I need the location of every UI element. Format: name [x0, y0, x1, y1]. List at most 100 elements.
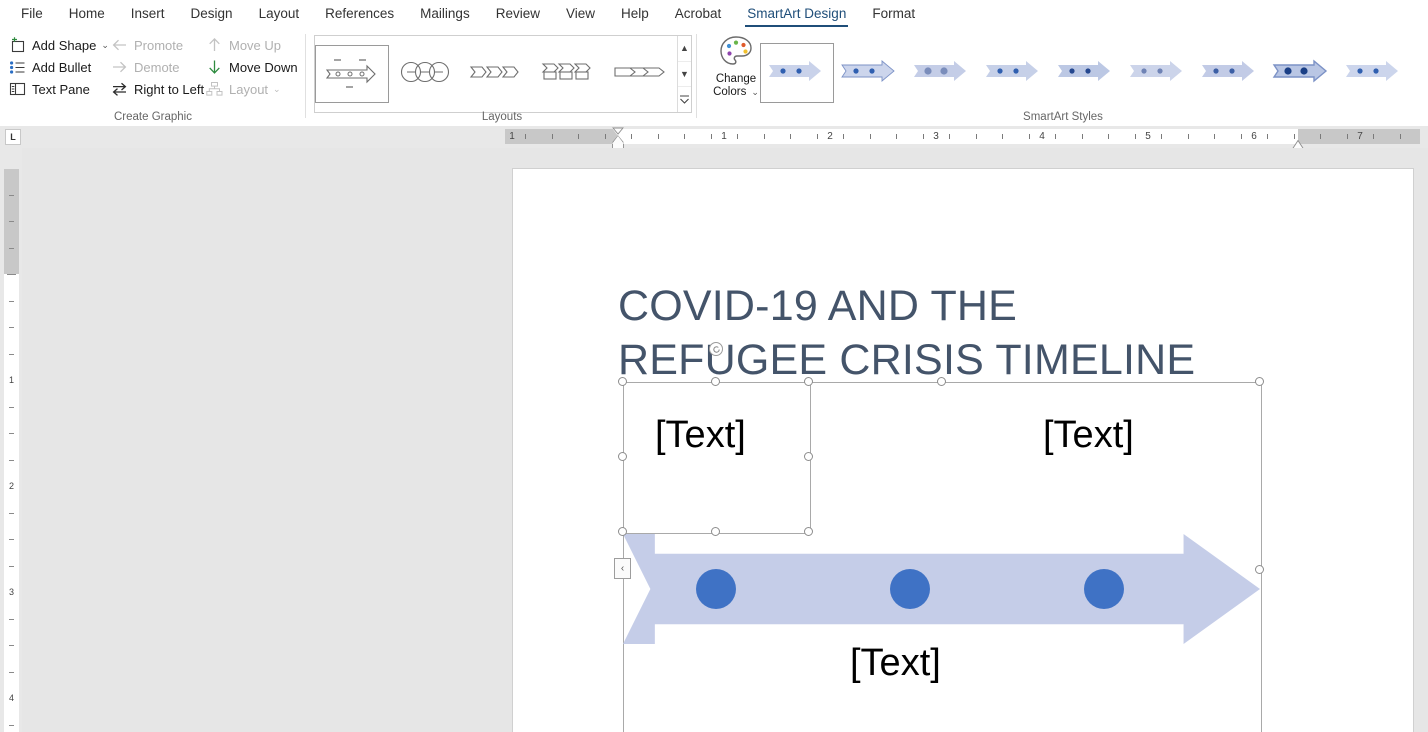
smartart-style-thumbnail-5[interactable]	[1050, 44, 1122, 102]
document-canvas[interactable]: COVID-19 AND THE REFUGEE CRISIS TIMELINE	[22, 148, 1428, 732]
smartart-graphic[interactable]: [Text] [Text] [Text] ‹	[614, 342, 1264, 732]
resize-handle-se[interactable]	[804, 527, 813, 536]
vertical-ruler-number: 2	[8, 481, 14, 491]
vertical-ruler-track[interactable]: 1 2 3 4	[4, 148, 19, 732]
resize-handle-e[interactable]	[804, 452, 813, 461]
smartart-style-thumbnail-2[interactable]	[834, 44, 906, 102]
style-cartoon	[1272, 56, 1332, 91]
ruler-tick	[763, 134, 765, 139]
style-powder	[1344, 56, 1404, 91]
smartart-style-thumbnail-7[interactable]	[1194, 44, 1266, 102]
ribbon-tab-file[interactable]: File	[8, 0, 56, 28]
layout-thumbnail-3[interactable]	[461, 46, 533, 102]
vertical-ruler-tick	[9, 671, 14, 673]
vertical-ruler-tick	[9, 300, 14, 302]
gallery-scroll-down-icon[interactable]: ▼	[678, 60, 691, 87]
resize-handle-ne[interactable]	[804, 377, 813, 386]
change-colors-button[interactable]: Change Colors ⌄	[708, 34, 764, 114]
smartart-text-placeholder-2[interactable]: [Text]	[1043, 412, 1134, 458]
horizontal-ruler[interactable]: L 1 1 2 3 4 5 6 7	[0, 126, 1428, 150]
vertical-ruler-tick	[9, 221, 14, 222]
ribbon-tab-format[interactable]: Format	[859, 0, 928, 28]
vertical-ruler-tick	[9, 247, 14, 249]
indent-marker-left[interactable]	[612, 127, 624, 150]
outer-handle-ne[interactable]	[1255, 377, 1264, 386]
more-chevron-icon	[680, 95, 689, 104]
ribbon-tab-layout[interactable]: Layout	[246, 0, 313, 28]
smartart-text-placeholder-1[interactable]: [Text]	[655, 412, 746, 458]
resize-handle-sw[interactable]	[618, 527, 627, 536]
smartart-style-thumbnail-3[interactable]	[906, 44, 978, 102]
add-bullet-button[interactable]: Add Bullet	[8, 56, 108, 78]
vertical-ruler-tick	[9, 724, 14, 726]
layouts-gallery[interactable]: ▲ ▼	[314, 35, 692, 113]
ribbon-tab-home[interactable]: Home	[56, 0, 118, 28]
ribbon-tab-acrobat[interactable]: Acrobat	[662, 0, 735, 28]
layout-thumbnail-1[interactable]	[315, 45, 389, 103]
gallery-scroll-up-icon[interactable]: ▲	[678, 36, 691, 61]
ruler-tick	[949, 134, 951, 139]
timeline-milestone-dot-1[interactable]	[696, 569, 736, 609]
text-pane-button[interactable]: Text Pane	[8, 78, 108, 100]
vertical-ruler[interactable]: 1 2 3 4	[0, 148, 22, 732]
timeline-milestone-dot-3[interactable]	[1084, 569, 1124, 609]
document-page[interactable]: COVID-19 AND THE REFUGEE CRISIS TIMELINE	[513, 169, 1413, 732]
chevron-down-icon[interactable]: ⌄	[751, 87, 759, 97]
text-pane-icon	[8, 81, 27, 98]
outer-handle-e[interactable]	[1255, 565, 1264, 574]
layout-thumbnail-4[interactable]	[533, 46, 605, 102]
chevron-down-icon: ⌄	[273, 83, 281, 94]
chevron-accent-process-layout	[538, 50, 600, 99]
group-label-smartart-styles: SmartArt Styles	[1023, 111, 1103, 123]
timeline-milestone-dot-2[interactable]	[890, 569, 930, 609]
tab-stop-selector[interactable]: L	[5, 129, 21, 145]
move-down-button[interactable]: Move Down	[205, 56, 305, 78]
ribbon-tab-view[interactable]: View	[553, 0, 608, 28]
rotation-handle[interactable]	[709, 342, 723, 356]
move-up-button: Move Up	[205, 34, 305, 56]
ribbon-tab-insert[interactable]: Insert	[118, 0, 178, 28]
smartart-style-thumbnail-8[interactable]	[1266, 44, 1338, 102]
add-shape-button[interactable]: Add Shape ⌄	[8, 34, 109, 56]
smartart-styles-gallery[interactable]	[760, 35, 1426, 111]
text-pane-toggle[interactable]: ‹	[614, 558, 631, 579]
smartart-selected-shape-frame[interactable]	[623, 382, 811, 534]
ruler-number: 6	[1251, 131, 1257, 142]
ribbon-tab-smartart-design[interactable]: SmartArt Design	[734, 0, 859, 28]
demote-button: Demote	[110, 56, 202, 78]
gallery-more-icon[interactable]	[678, 86, 691, 112]
right-to-left-button[interactable]: Right to Left	[110, 78, 204, 100]
ruler-number: 5	[1145, 131, 1151, 142]
ribbon-tab-help[interactable]: Help	[608, 0, 662, 28]
ruler-tick	[525, 134, 527, 139]
layout-thumbnail-2[interactable]	[389, 46, 461, 102]
layout-thumbnail-5[interactable]	[605, 46, 677, 102]
smartart-style-thumbnail-1[interactable]	[760, 43, 834, 103]
ribbon-tabbar: File Home Insert Design Layout References Mail…	[0, 0, 1428, 28]
ruler-tick	[1399, 134, 1401, 139]
resize-handle-w[interactable]	[618, 452, 627, 461]
smartart-text-placeholder-3[interactable]: [Text]	[850, 640, 941, 686]
style-inset	[1200, 56, 1260, 91]
vertical-ruler-tick	[9, 459, 14, 461]
ribbon-tab-mailings[interactable]: Mailings	[407, 0, 483, 28]
button-label: Add Shape	[32, 37, 97, 53]
resize-handle-s[interactable]	[711, 527, 720, 536]
timeline-arrow[interactable]	[623, 534, 1260, 644]
ribbon-tab-references[interactable]: References	[312, 0, 407, 28]
smartart-style-thumbnail-9[interactable]	[1338, 44, 1410, 102]
resize-handle-nw[interactable]	[618, 377, 627, 386]
chevron-down-icon[interactable]: ⌄	[101, 40, 109, 51]
ruler-tick	[631, 134, 633, 139]
smartart-style-thumbnail-4[interactable]	[978, 44, 1050, 102]
ribbon-tab-review[interactable]: Review	[483, 0, 553, 28]
resize-handle-n[interactable]	[711, 377, 720, 386]
group-divider	[696, 34, 697, 118]
swap-arrows-icon	[110, 81, 129, 98]
layouts-gallery-scrollbar[interactable]: ▲ ▼	[677, 36, 691, 112]
ribbon-tab-design[interactable]: Design	[178, 0, 246, 28]
outer-handle-n[interactable]	[937, 377, 946, 386]
smartart-style-thumbnail-6[interactable]	[1122, 44, 1194, 102]
style-white-outline	[840, 56, 900, 91]
horizontal-ruler-track[interactable]: 1 1 2 3 4 5 6 7	[505, 127, 1420, 150]
